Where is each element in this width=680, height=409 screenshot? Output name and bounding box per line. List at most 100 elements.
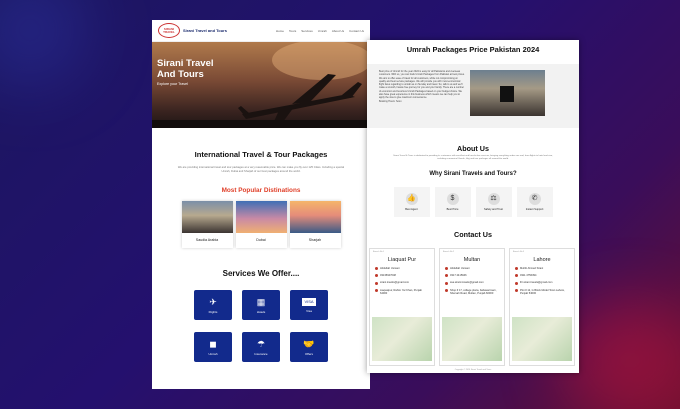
office-name-row: Abdullah Usmani bbox=[370, 267, 434, 271]
office-cards: Branch No 1 Liaquat Pur Abdullah Usmani … bbox=[369, 248, 575, 366]
destination-card-sharjah[interactable]: Sharjah bbox=[289, 201, 341, 248]
branch-tag: Branch No 3 bbox=[513, 251, 525, 253]
kaaba-shape bbox=[500, 86, 514, 102]
email-icon bbox=[515, 281, 518, 285]
nav-contact[interactable]: Contact Us bbox=[349, 29, 364, 33]
service-label: Hotels bbox=[256, 309, 266, 314]
office-email-row[interactable]: sirani.travels@gmail.com bbox=[370, 281, 434, 285]
services-title: Services We Offer.... bbox=[222, 269, 300, 278]
nav-tours[interactable]: Tours bbox=[289, 29, 296, 33]
office-phone[interactable]: 0311 4756394 bbox=[520, 274, 536, 277]
umrah-description: Best price of Umrah for the year 2024 is… bbox=[379, 70, 465, 100]
brand-name[interactable]: Sirani Travel and Tours bbox=[183, 28, 227, 33]
service-label: Offers bbox=[304, 351, 314, 356]
location-icon bbox=[375, 288, 378, 292]
office-phone[interactable]: 03135947048 bbox=[380, 274, 396, 277]
homepage-screenshot: SIRANI TRAVEL Sirani Travel and Tours Hom… bbox=[152, 20, 370, 389]
destination-cards: Saudia Arabia Dubai Sharjah bbox=[152, 201, 370, 248]
handshake-icon: 🤝 bbox=[303, 338, 315, 349]
office-phone[interactable]: 0317 4415946 bbox=[450, 274, 467, 277]
why-title: Why Sirani Travels and Tours? bbox=[429, 171, 517, 177]
office-name-row: Abdullah Usmani bbox=[440, 267, 504, 271]
service-label: Insurance bbox=[254, 351, 268, 356]
office-card-liaquatpur: Branch No 1 Liaquat Pur Abdullah Usmani … bbox=[369, 248, 435, 366]
office-phone-row[interactable]: 03135947048 bbox=[370, 274, 434, 278]
office-email-row[interactable]: ssa.sirani.travels@gmail.com bbox=[440, 281, 504, 285]
service-hotels[interactable]: ▦ Hotels bbox=[242, 290, 280, 320]
kaaba-image bbox=[470, 70, 545, 116]
service-offers[interactable]: 🤝 Offers bbox=[290, 332, 328, 362]
intl-packages-title: International Travel & Tour Packages bbox=[194, 150, 328, 159]
office-email[interactable]: lhr.sirani.travels@gmail.com bbox=[520, 281, 552, 284]
person-icon bbox=[515, 267, 518, 271]
office-card-multan: Branch No 2 Multan Abdullah Usmani 0317 … bbox=[439, 248, 505, 366]
office-map[interactable] bbox=[372, 317, 432, 361]
nav-about[interactable]: About Us bbox=[332, 29, 344, 33]
hero-subtitle: Explore your Travel bbox=[157, 82, 188, 86]
about-title: About Us bbox=[457, 144, 489, 153]
office-name: Abdullah Usmani bbox=[450, 267, 470, 270]
safety-icon: ⚖ bbox=[487, 193, 500, 205]
service-label: Umrah bbox=[208, 351, 218, 356]
service-label: Flights bbox=[208, 309, 218, 314]
why-cards: 👍 Best Agent $ Best Price ⚖ Safety and Trus… bbox=[367, 187, 579, 217]
umrah-text: Best price of Umrah for the year 2024 is… bbox=[379, 70, 465, 103]
office-email[interactable]: ssa.sirani.travels@gmail.com bbox=[450, 281, 484, 284]
footer-copyright: Copyright © 2024 Sirani Travel and Tours bbox=[454, 369, 492, 371]
umrah-section: Best price of Umrah for the year 2024 is… bbox=[367, 64, 579, 128]
service-flights[interactable]: ✈ Flights bbox=[194, 290, 232, 320]
destination-label: Saudia Arabia bbox=[195, 238, 219, 242]
price-icon: $ bbox=[446, 193, 459, 205]
office-map[interactable] bbox=[512, 317, 572, 361]
branch-tag: Branch No 2 bbox=[443, 251, 455, 253]
service-insurance[interactable]: ☂ Insurance bbox=[242, 332, 280, 362]
office-name-row: Muhib Ahmed Sirani bbox=[510, 267, 574, 271]
office-address: Liaquatpur, Rahim Yar Khan, Punjab 64000 bbox=[380, 288, 422, 295]
nav-services[interactable]: Services bbox=[301, 29, 313, 33]
hero-title-line1: Sirani Travel bbox=[157, 58, 214, 69]
popular-destinations-title: Most Popular Distinations bbox=[221, 187, 301, 194]
insurance-icon: ☂ bbox=[256, 338, 266, 349]
brand-logo[interactable]: SIRANI TRAVEL bbox=[158, 23, 180, 38]
contact-title: Contact Us bbox=[454, 230, 492, 239]
office-city: Liaquat Pur bbox=[387, 257, 417, 263]
plane-icon: ✈ bbox=[209, 296, 217, 307]
background-glow-top bbox=[0, 0, 90, 90]
about-text: Sirani Travel & Tours is dedicated to pr… bbox=[393, 155, 553, 160]
service-label: Visa bbox=[306, 308, 312, 313]
destination-label: Sharjah bbox=[308, 238, 322, 242]
service-umrah[interactable]: ◼ Umrah bbox=[194, 332, 232, 362]
phone-icon bbox=[445, 274, 448, 278]
why-label: Best Agent bbox=[405, 208, 418, 211]
nav-umrah[interactable]: Umrah bbox=[318, 29, 327, 33]
hotel-icon: ▦ bbox=[256, 296, 266, 307]
saudi-image bbox=[181, 201, 233, 233]
office-address-row: Liaquatpur, Rahim Yar Khan, Punjab 64000 bbox=[370, 289, 434, 295]
office-address-row: Plot # 12, G Block Model Town Lahore, Pu… bbox=[510, 289, 574, 295]
why-label: Safety and Trust bbox=[484, 208, 503, 211]
office-city: Multan bbox=[463, 257, 481, 263]
office-phone-row[interactable]: 0311 4756394 bbox=[510, 274, 574, 278]
destination-card-dubai[interactable]: Dubai bbox=[235, 201, 287, 248]
umrah-booking: Booking Hours: Soon bbox=[379, 99, 402, 103]
office-phone-row[interactable]: 0317 4415946 bbox=[440, 274, 504, 278]
person-icon bbox=[375, 267, 378, 271]
why-label: Best Price bbox=[446, 208, 459, 211]
office-email[interactable]: sirani.travels@gmail.com bbox=[380, 281, 409, 284]
why-support: ✆ Instant Support bbox=[516, 187, 553, 217]
office-city: Lahore bbox=[533, 257, 551, 263]
nav-home[interactable]: Home bbox=[276, 29, 284, 33]
visa-icon: VISA bbox=[302, 297, 316, 306]
office-map[interactable] bbox=[442, 317, 502, 361]
office-email-row[interactable]: lhr.sirani.travels@gmail.com bbox=[510, 281, 574, 285]
destination-card-saudi[interactable]: Saudia Arabia bbox=[181, 201, 233, 248]
umrah-packages-title: Umrah Packages Price Pakistan 2024 bbox=[406, 45, 540, 54]
office-address: Shop # 17, college plaza, bahawal town, … bbox=[450, 288, 497, 295]
phone-icon bbox=[515, 274, 518, 278]
service-visa[interactable]: VISA Visa bbox=[290, 290, 328, 320]
inner-page-screenshot: Umrah Packages Price Pakistan 2024 Best … bbox=[367, 40, 579, 373]
nav-menu: Home Tours Services Umrah About Us Conta… bbox=[276, 29, 364, 33]
location-icon bbox=[515, 288, 518, 292]
why-best-price: $ Best Price bbox=[434, 187, 471, 217]
office-name: Abdullah Usmani bbox=[380, 267, 400, 270]
